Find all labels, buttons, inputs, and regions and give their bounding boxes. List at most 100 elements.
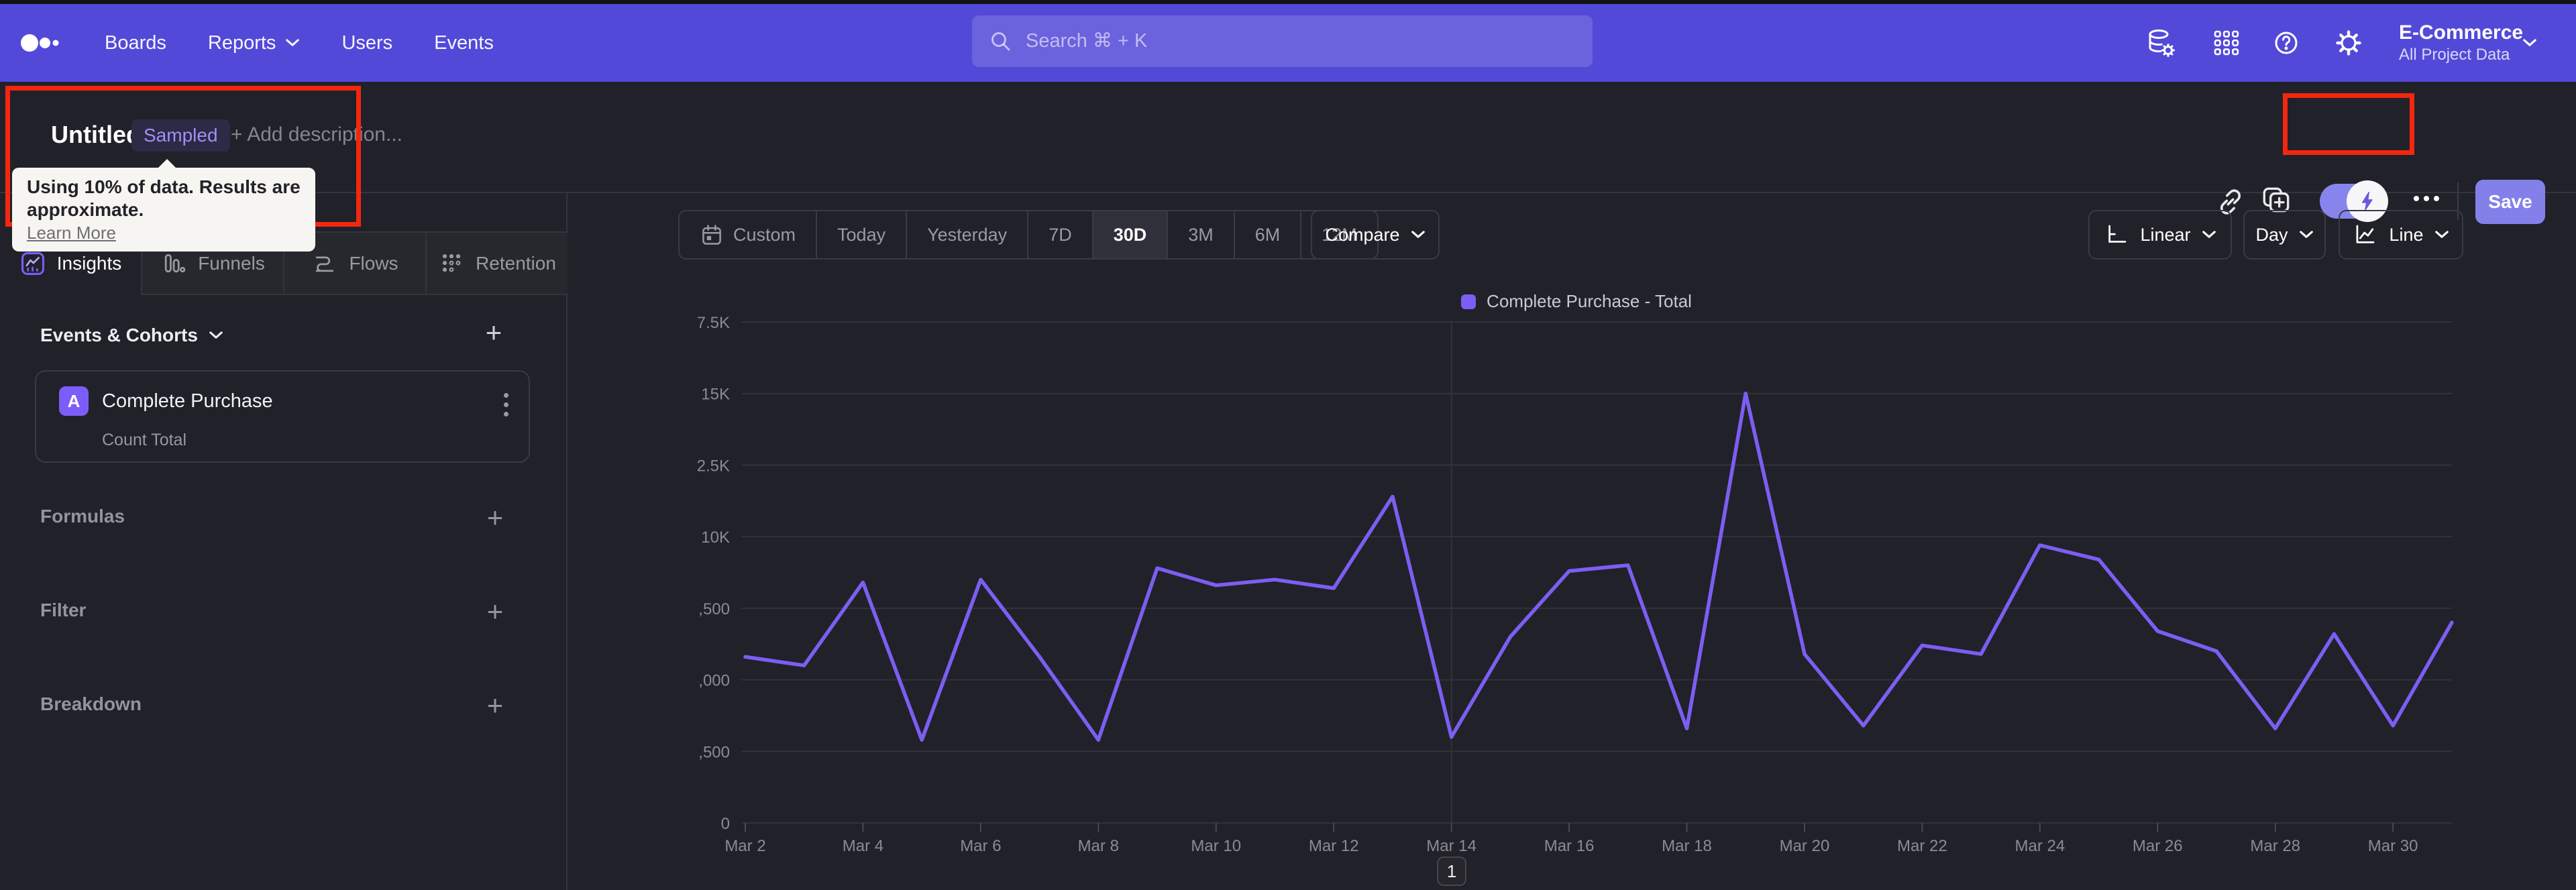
range-label: 30D — [1113, 224, 1147, 245]
scale-label: Linear — [2140, 224, 2191, 245]
settings-button[interactable] — [2333, 4, 2364, 82]
nav-item-label: Boards — [105, 32, 166, 54]
help-button[interactable] — [2271, 4, 2301, 82]
page-number: 1 — [1446, 860, 1457, 881]
mixpanel-logo[interactable] — [19, 30, 66, 56]
project-switcher[interactable]: E-Commerce All Project Data — [2399, 4, 2523, 82]
nav-items: Boards Reports Users Events — [105, 4, 494, 82]
sampled-badge[interactable]: Sampled — [131, 119, 230, 152]
nav-item-users[interactable]: Users — [341, 32, 392, 54]
x-tick-label: Mar 4 — [843, 837, 883, 855]
project-scope: All Project Data — [2399, 46, 2510, 64]
chevron-down-icon — [2299, 231, 2313, 238]
range-button-3m[interactable]: 3M — [1167, 211, 1234, 258]
linear-axis-icon — [2108, 225, 2127, 243]
project-switcher-chevron[interactable] — [2522, 4, 2537, 82]
insights-report-page: Boards Reports Users Events Search ⌘ + K… — [0, 0, 2576, 890]
events-cohorts-header[interactable]: Events & Cohorts — [40, 325, 223, 346]
add-description-field[interactable]: + Add description... — [231, 123, 402, 146]
search-bar[interactable] — [972, 15, 1593, 67]
chevron-down-icon — [209, 331, 223, 339]
x-tick-label: Mar 28 — [2250, 837, 2300, 855]
compare-button[interactable]: Compare — [1311, 210, 1440, 260]
interval-dropdown[interactable]: Day — [2243, 210, 2326, 260]
section-label: Breakdown — [40, 693, 142, 714]
y-tick-label: 2,500 — [698, 743, 730, 761]
nav-item-reports[interactable]: Reports — [208, 32, 301, 54]
range-label: Today — [837, 224, 886, 245]
insights-icon — [21, 252, 44, 275]
logo-dots-icon — [21, 34, 59, 52]
date-range-control: Custom Today Yesterday 7D 30D 3M 6M 12M — [678, 210, 1379, 260]
line-chart-icon — [2356, 225, 2375, 243]
sampling-tooltip: Using 10% of data. Results are approxima… — [12, 159, 315, 252]
x-tick-label: Mar 6 — [960, 837, 1001, 855]
report-title-bar: Untitled Sampled + Add description... Sa… — [0, 82, 2576, 224]
search-input[interactable] — [1026, 30, 1575, 52]
event-row-complete-purchase[interactable]: A Complete Purchase Count Total — [35, 370, 530, 463]
nav-item-boards[interactable]: Boards — [105, 32, 166, 54]
events-cohorts-label: Events & Cohorts — [40, 325, 198, 345]
apps-grid-icon — [2214, 30, 2239, 56]
sampling-tooltip-message: Using 10% of data. Results are approxima… — [27, 176, 301, 220]
x-tick-label: Mar 14 — [1426, 837, 1477, 855]
chevron-down-icon — [286, 39, 300, 46]
range-button-today[interactable]: Today — [816, 211, 906, 258]
range-button-custom[interactable]: Custom — [680, 211, 816, 258]
gear-icon — [2336, 30, 2361, 56]
tab-label: Insights — [56, 252, 122, 274]
x-tick-label: Mar 22 — [1897, 837, 1947, 855]
chevron-down-icon — [2434, 231, 2449, 238]
add-formulas-button[interactable]: + — [480, 502, 510, 533]
line-chart: 0 2,500 5,000 7,500 10K 12.5K 15K 17.5K Mar 2 Mar… — [698, 314, 2454, 855]
event-options-button[interactable] — [504, 393, 508, 416]
data-management-button[interactable] — [2144, 4, 2176, 82]
add-event-button[interactable]: + — [479, 317, 508, 348]
range-button-30d[interactable]: 30D — [1091, 211, 1167, 258]
nav-item-label: Reports — [207, 32, 276, 54]
range-label: 3M — [1188, 224, 1214, 245]
event-name[interactable]: Complete Purchase — [102, 390, 273, 412]
retention-icon — [442, 254, 461, 272]
x-tick-label: Mar 24 — [2015, 837, 2065, 855]
tab-label: Funnels — [198, 252, 265, 274]
report-title[interactable]: Untitled — [51, 121, 141, 149]
x-tick-label: Mar 18 — [1662, 837, 1712, 855]
learn-more-link[interactable]: Learn More — [27, 223, 116, 243]
chevron-down-icon — [1411, 231, 1425, 238]
nav-item-label: Events — [434, 32, 494, 54]
legend-swatch — [1461, 294, 1477, 309]
event-letter-badge: A — [59, 386, 89, 416]
range-label: 6M — [1254, 224, 1281, 245]
range-button-6m[interactable]: 6M — [1233, 211, 1301, 258]
nav-item-label: Users — [341, 32, 393, 54]
chart-type-label: Line — [2389, 224, 2424, 245]
range-button-yesterday[interactable]: Yesterday — [906, 211, 1027, 258]
add-breakdown-button[interactable]: + — [480, 689, 510, 721]
tab-retention[interactable]: Retention — [425, 231, 568, 295]
add-filter-button[interactable]: + — [480, 596, 510, 627]
event-metric-selector[interactable]: Count Total — [102, 431, 186, 450]
range-label: Custom — [733, 224, 796, 245]
y-tick-label: 0 — [721, 815, 730, 833]
range-button-7d[interactable]: 7D — [1027, 211, 1092, 258]
y-tick-label: 5,000 — [698, 672, 730, 690]
search-icon — [991, 32, 1010, 50]
calendar-icon — [702, 225, 721, 245]
section-breakdown: Breakdown + — [0, 689, 568, 722]
x-tick-label: Mar 30 — [2368, 837, 2418, 855]
top-navbar: Boards Reports Users Events Search ⌘ + K… — [0, 4, 2576, 82]
nav-item-events[interactable]: Events — [434, 32, 494, 54]
interval-label: Day — [2255, 224, 2288, 245]
range-label: 7D — [1049, 224, 1072, 245]
chart-type-dropdown[interactable]: Line — [2339, 210, 2463, 260]
y-tick-label: 17.5K — [698, 314, 730, 332]
scale-dropdown[interactable]: Linear — [2088, 210, 2232, 260]
database-gear-icon — [2149, 30, 2175, 57]
pagination-page-1[interactable]: 1 — [1437, 856, 1466, 886]
x-tick-label: Mar 10 — [1191, 837, 1241, 855]
tab-label: Retention — [476, 252, 556, 274]
range-label: Yesterday — [927, 224, 1008, 245]
apps-button[interactable] — [2212, 4, 2241, 82]
flows-icon — [316, 256, 334, 272]
